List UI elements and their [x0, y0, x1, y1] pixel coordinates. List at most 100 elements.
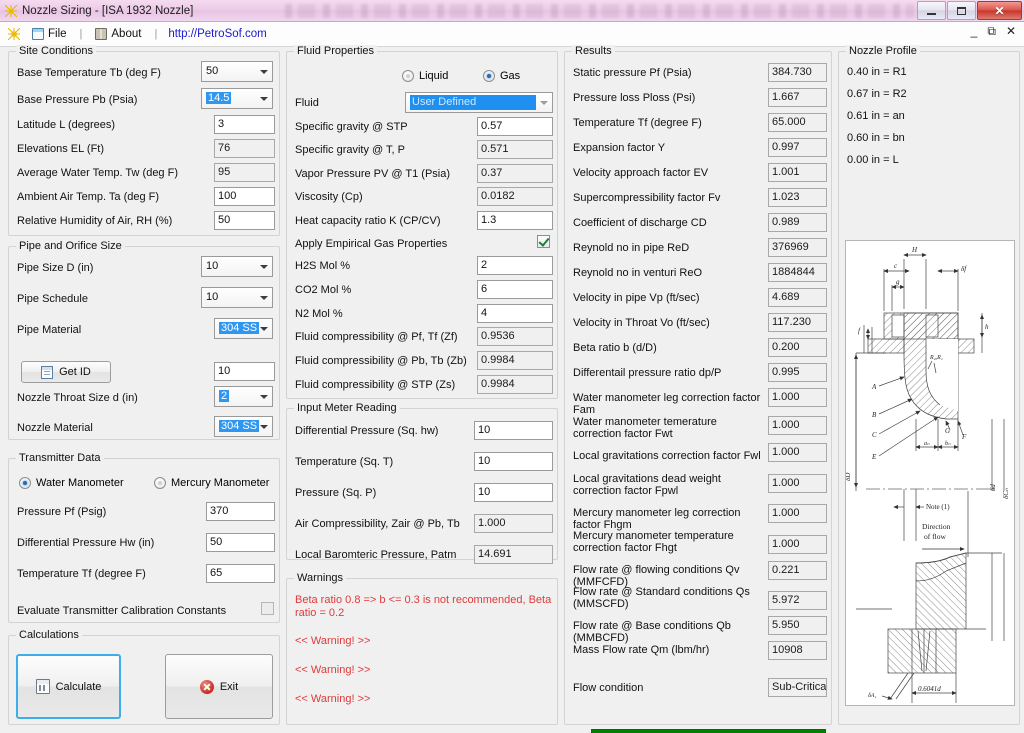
- result-reynold-pipe[interactable]: 376969: [768, 238, 827, 257]
- input-ambient-air-temp[interactable]: 100: [214, 187, 275, 206]
- label-pressure-loss: Pressure loss Ploss (Psi): [573, 92, 696, 104]
- mdi-restore-button[interactable]: ⧉: [987, 25, 996, 37]
- menu-item-file[interactable]: File: [26, 26, 73, 42]
- window-close-button[interactable]: ✕: [977, 1, 1022, 20]
- radio-liquid[interactable]: Liquid: [402, 70, 448, 82]
- chevron-down-icon: [260, 69, 268, 74]
- input-latitude[interactable]: 3: [214, 115, 275, 134]
- input-viscosity[interactable]: 0.0182: [477, 187, 553, 206]
- input-air-compressibility[interactable]: 1.000: [474, 514, 553, 533]
- value-qm: 10908: [772, 644, 803, 656]
- value-meter-temperature: 10: [478, 455, 491, 467]
- menu-website-link[interactable]: http://PetroSof.com: [164, 26, 270, 42]
- input-differential-pressure-hw[interactable]: 50: [206, 533, 275, 552]
- result-expansion-factor[interactable]: 0.997: [768, 138, 827, 157]
- result-static-pressure[interactable]: 384.730: [768, 63, 827, 82]
- input-h2s-mol[interactable]: 2: [477, 256, 553, 275]
- value-velocity-pipe: 4.689: [772, 291, 800, 303]
- input-compressibility-zs[interactable]: 0.9984: [477, 375, 553, 394]
- result-fpwl[interactable]: 1.000: [768, 474, 827, 493]
- input-pipe-material[interactable]: 304 SS: [214, 318, 273, 339]
- label-compressibility-zb: Fluid compressibility @ Pb, Tb (Zb): [295, 355, 467, 367]
- label-elevations: Elevations EL (Ft): [17, 143, 105, 155]
- input-pipe-schedule[interactable]: 10: [201, 287, 273, 308]
- result-beta-ratio[interactable]: 0.200: [768, 338, 827, 357]
- result-fhgm[interactable]: 1.000: [768, 504, 827, 523]
- input-n2-mol[interactable]: 4: [477, 304, 553, 323]
- result-velocity-approach[interactable]: 1.001: [768, 163, 827, 182]
- input-barometric-pressure[interactable]: 14.691: [474, 545, 553, 564]
- radio-mercury-manometer[interactable]: Mercury Manometer: [154, 477, 269, 489]
- result-qm[interactable]: 10908: [768, 641, 827, 660]
- book-icon: [95, 28, 108, 40]
- input-pressure-pf[interactable]: 370: [206, 502, 275, 521]
- result-fam[interactable]: 1.000: [768, 388, 827, 407]
- input-vapor-pressure[interactable]: 0.37: [477, 164, 553, 183]
- calculations-title: Calculations: [16, 629, 82, 641]
- result-velocity-pipe[interactable]: 4.689: [768, 288, 827, 307]
- input-meter-pressure[interactable]: 10: [474, 483, 553, 502]
- window-minimize-button[interactable]: [917, 1, 946, 20]
- result-fwl[interactable]: 1.000: [768, 443, 827, 462]
- exit-button[interactable]: Exit: [165, 654, 273, 719]
- label-qm: Mass Flow rate Qm (lbm/hr): [573, 644, 710, 656]
- result-coefficient-discharge[interactable]: 0.989: [768, 213, 827, 232]
- input-nozzle-throat-size[interactable]: 2: [214, 386, 273, 407]
- result-pressure-loss[interactable]: 1.667: [768, 88, 827, 107]
- label-compressibility-zf: Fluid compressibility @ Pf, Tf (Zf): [295, 331, 458, 343]
- checkbox-evaluate-calibration[interactable]: [261, 602, 274, 615]
- get-id-button[interactable]: Get ID: [21, 361, 111, 383]
- input-base-temperature[interactable]: 50: [201, 61, 273, 82]
- input-temperature-tf[interactable]: 65: [206, 564, 275, 583]
- input-compressibility-zf[interactable]: 0.9536: [477, 327, 553, 346]
- svg-text:A: A: [871, 383, 877, 391]
- svg-text:0.6041d: 0.6041d: [918, 685, 941, 693]
- app-sun-icon: [5, 4, 17, 17]
- chevron-down-icon: [540, 100, 548, 105]
- value-pipe-material: 304 SS: [219, 322, 260, 334]
- input-nozzle-material[interactable]: 304 SS: [214, 416, 273, 437]
- input-fluid[interactable]: User Defined: [405, 92, 553, 113]
- ok-button-main[interactable]: Ok: [591, 729, 826, 733]
- input-elevations[interactable]: 76: [214, 139, 275, 158]
- nozzle-profile-l: 0.00 in = L: [847, 154, 899, 166]
- value-ambient-air-temp: 100: [218, 190, 237, 202]
- value-pressure-loss: 1.667: [772, 91, 800, 103]
- svg-text:C: C: [872, 431, 877, 439]
- input-meter-temperature[interactable]: 10: [474, 452, 553, 471]
- input-base-pressure[interactable]: 14.5: [201, 88, 273, 109]
- value-fwl: 1.000: [772, 446, 800, 458]
- input-avg-water-temp[interactable]: 95: [214, 163, 275, 182]
- radio-gas[interactable]: Gas: [483, 70, 520, 82]
- result-flow-condition[interactable]: Sub-Critical: [768, 678, 827, 697]
- input-specific-gravity-tp[interactable]: 0.571: [477, 140, 553, 159]
- nozzle-profile-bn: 0.60 in = bn: [847, 132, 905, 144]
- input-specific-gravity-stp[interactable]: 0.57: [477, 117, 553, 136]
- input-pipe-size[interactable]: 10: [201, 256, 273, 277]
- menu-item-about[interactable]: About: [89, 26, 147, 42]
- result-qs[interactable]: 5.972: [768, 591, 827, 610]
- input-pipe-id[interactable]: 10: [214, 362, 275, 381]
- result-fwt[interactable]: 1.000: [768, 416, 827, 435]
- window-maximize-button[interactable]: [947, 1, 976, 20]
- checkbox-apply-empirical[interactable]: [537, 235, 550, 248]
- result-qv[interactable]: 0.221: [768, 561, 827, 580]
- input-relative-humidity[interactable]: 50: [214, 211, 275, 230]
- mdi-close-button[interactable]: ✕: [1006, 25, 1016, 37]
- result-reynold-venturi[interactable]: 1884844: [768, 263, 827, 282]
- result-dp-ratio[interactable]: 0.995: [768, 363, 827, 382]
- radio-water-manometer[interactable]: Water Manometer: [19, 477, 124, 489]
- calculate-button[interactable]: Calculate: [16, 654, 121, 719]
- result-qb[interactable]: 5.950: [768, 616, 827, 635]
- input-heat-capacity-ratio[interactable]: 1.3: [477, 211, 553, 230]
- result-fhgt[interactable]: 1.000: [768, 535, 827, 554]
- result-temperature[interactable]: 65.000: [768, 113, 827, 132]
- input-compressibility-zb[interactable]: 0.9984: [477, 351, 553, 370]
- value-fhgm: 1.000: [772, 507, 800, 519]
- mdi-minimize-button[interactable]: _: [971, 25, 978, 37]
- input-meter-dp[interactable]: 10: [474, 421, 553, 440]
- result-supercompressibility[interactable]: 1.023: [768, 188, 827, 207]
- result-velocity-throat[interactable]: 117.230: [768, 313, 827, 332]
- input-co2-mol[interactable]: 6: [477, 280, 553, 299]
- window-controls: ✕: [916, 1, 1022, 20]
